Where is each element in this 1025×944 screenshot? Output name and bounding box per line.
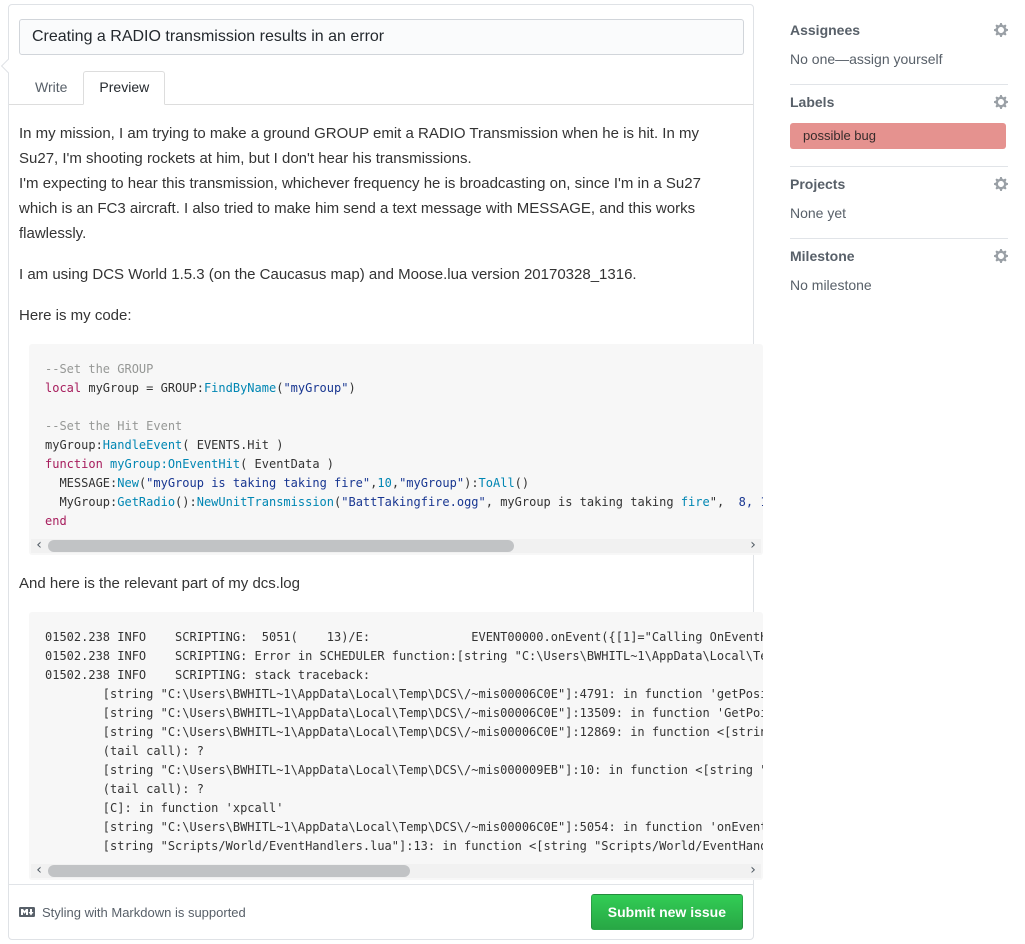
paragraph-log-intro: And here is the relevant part of my dcs.… <box>19 571 753 596</box>
markdown-icon <box>19 904 35 920</box>
submit-new-issue-button[interactable]: Submit new issue <box>591 894 743 930</box>
gear-icon[interactable] <box>994 22 1008 38</box>
projects-value: None yet <box>790 205 1008 221</box>
projects-title: Projects <box>790 176 845 192</box>
editor-tab-bar: Write Preview <box>9 71 753 105</box>
paragraph-versions: I am using DCS World 1.5.3 (on the Cauca… <box>19 262 753 287</box>
sidebar-section-projects: Projects None yet <box>790 167 1008 239</box>
tab-preview[interactable]: Preview <box>83 71 165 105</box>
assignees-title: Assignees <box>790 22 860 38</box>
lua-code-scrollbar[interactable]: ‹ › <box>31 539 761 553</box>
assignees-value[interactable]: No one—assign yourself <box>790 51 1008 67</box>
paragraph-code-intro: Here is my code: <box>19 303 753 328</box>
scroll-left-icon[interactable]: ‹ <box>31 539 47 553</box>
milestone-value: No milestone <box>790 277 1008 293</box>
gear-icon[interactable] <box>994 94 1008 110</box>
milestone-title: Milestone <box>790 248 855 264</box>
scroll-left-icon[interactable]: ‹ <box>31 864 47 878</box>
paragraph-line: I'm expecting to hear this transmission,… <box>19 171 741 246</box>
preview-pane: In my mission, I am trying to make a gro… <box>9 105 753 880</box>
log-scrollbar[interactable]: ‹ › <box>31 864 761 878</box>
issue-sidebar: Assignees No one—assign yourself Labels … <box>790 14 1008 310</box>
paragraph-mission: In my mission, I am trying to make a gro… <box>19 121 753 246</box>
sidebar-section-milestone: Milestone No milestone <box>790 239 1008 310</box>
scroll-right-icon[interactable]: › <box>745 864 761 878</box>
issue-title-input[interactable] <box>19 19 744 55</box>
tab-write[interactable]: Write <box>19 71 83 104</box>
markdown-supported-link[interactable]: Styling with Markdown is supported <box>19 904 246 920</box>
form-footer: Styling with Markdown is supported Submi… <box>9 884 753 939</box>
labels-title: Labels <box>790 94 834 110</box>
milestone-header[interactable]: Milestone <box>790 248 1008 264</box>
new-issue-form: Write Preview In my mission, I am trying… <box>8 4 754 940</box>
log-scroll-thumb[interactable] <box>48 865 410 877</box>
log-block: 01502.238 INFO SCRIPTING: 5051( 13)/E: E… <box>29 612 763 880</box>
lua-code-content: --Set the GROUPlocal myGroup = GROUP:Fin… <box>29 344 763 533</box>
sidebar-section-labels: Labels possible bug <box>790 85 1008 167</box>
markdown-note-text: Styling with Markdown is supported <box>42 905 246 920</box>
paragraph-line: In my mission, I am trying to make a gro… <box>19 121 741 171</box>
lua-code-scroll-thumb[interactable] <box>48 540 514 552</box>
sidebar-section-assignees: Assignees No one—assign yourself <box>790 14 1008 85</box>
label-possible-bug[interactable]: possible bug <box>790 123 1006 149</box>
scroll-right-icon[interactable]: › <box>745 539 761 553</box>
lua-code-block: --Set the GROUPlocal myGroup = GROUP:Fin… <box>29 344 763 555</box>
labels-header[interactable]: Labels <box>790 94 1008 110</box>
log-content: 01502.238 INFO SCRIPTING: 5051( 13)/E: E… <box>29 612 763 858</box>
projects-header[interactable]: Projects <box>790 176 1008 192</box>
gear-icon[interactable] <box>994 248 1008 264</box>
assignees-header[interactable]: Assignees <box>790 22 1008 38</box>
gear-icon[interactable] <box>994 176 1008 192</box>
